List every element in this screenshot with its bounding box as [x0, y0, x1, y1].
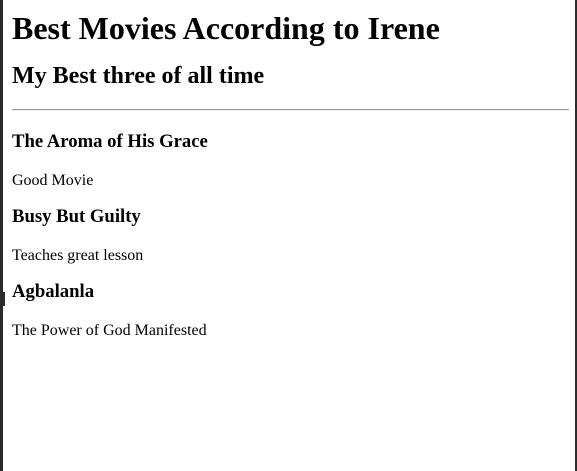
- window-frame-left: [0, 0, 3, 471]
- movie-description: Good Movie: [12, 172, 94, 189]
- window-frame-notch: [3, 292, 5, 306]
- movie-title: Busy But Guilty: [12, 206, 141, 227]
- movie-title: The Aroma of His Grace: [12, 131, 208, 152]
- movie-item: The Aroma of His Grace Good Movie: [12, 131, 569, 191]
- page-title: Best Movies According to Irene: [12, 10, 440, 46]
- page-subtitle: My Best three of all time: [12, 63, 265, 89]
- section-divider: [12, 109, 569, 111]
- movie-title: Agbalanla: [12, 281, 95, 302]
- movie-item: Agbalanla The Power of God Manifested: [12, 281, 569, 341]
- movie-description: The Power of God Manifested: [12, 322, 207, 339]
- movie-description: Teaches great lesson: [12, 247, 144, 264]
- page-content: Best Movies According to Irene My Best t…: [12, 0, 569, 341]
- movie-item: Busy But Guilty Teaches great lesson: [12, 206, 569, 266]
